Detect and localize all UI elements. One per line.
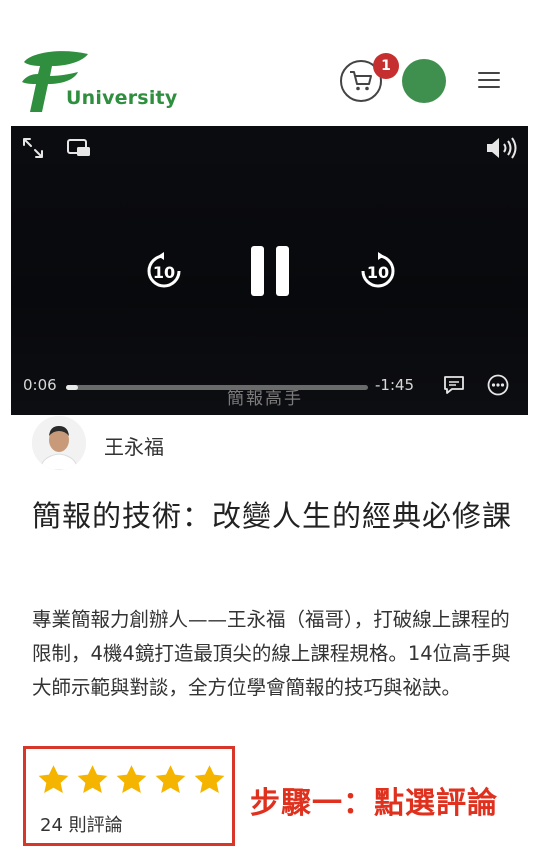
- current-time: 0:06: [23, 376, 57, 394]
- captions-icon[interactable]: [443, 375, 465, 395]
- rewind-10-icon[interactable]: 10: [144, 251, 184, 291]
- rating-reviews-button[interactable]: 24 則評論: [23, 746, 235, 846]
- progress-fill: [66, 385, 79, 390]
- top-header: University 1: [0, 0, 538, 126]
- course-title: 簡報的技術：改變人生的經典必修課: [32, 499, 513, 533]
- remaining-time: -1:45: [375, 376, 415, 394]
- star-icon: [77, 765, 108, 794]
- pause-icon[interactable]: [249, 244, 291, 298]
- instructor-avatar[interactable]: [32, 416, 86, 470]
- star-icon: [38, 765, 69, 794]
- fullscreen-icon[interactable]: [21, 136, 45, 160]
- rewind-seconds-label: 10: [153, 263, 175, 282]
- review-count[interactable]: 24 則評論: [40, 811, 123, 837]
- site-logo[interactable]: University: [22, 50, 177, 114]
- star-icon: [155, 765, 186, 794]
- forward-10-icon[interactable]: 10: [358, 251, 398, 291]
- video-player[interactable]: 10 10 簡報高手 0:06 -1:45: [11, 126, 528, 415]
- star-icon: [194, 765, 225, 794]
- instructor-name[interactable]: 王永福: [104, 431, 164, 460]
- course-description: 專業簡報力創辦人——王永福（福哥），打破線上課程的限制，4機4鏡打造最頂尖的線上…: [32, 608, 511, 699]
- logo-text: University: [66, 87, 178, 109]
- star-rating: [36, 763, 227, 798]
- picture-in-picture-icon[interactable]: [66, 138, 92, 158]
- progress-bar[interactable]: [66, 385, 368, 390]
- forward-seconds-label: 10: [367, 263, 389, 282]
- cart-count-badge: 1: [373, 53, 399, 79]
- instructor-photo: [32, 416, 86, 470]
- cart-icon: [350, 71, 372, 91]
- more-options-icon[interactable]: [487, 374, 509, 396]
- user-avatar[interactable]: [402, 59, 446, 103]
- hamburger-menu-icon[interactable]: [478, 72, 500, 90]
- star-icon: [116, 765, 147, 794]
- step-annotation: 步驟一：點選評論: [250, 786, 498, 821]
- volume-icon[interactable]: [485, 136, 519, 160]
